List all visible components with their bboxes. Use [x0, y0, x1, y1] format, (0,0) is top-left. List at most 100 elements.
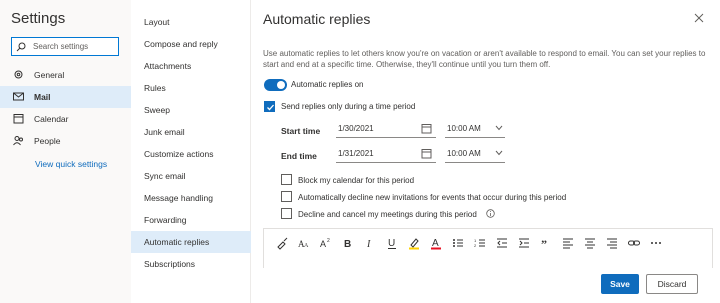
menu-item-label: Layout — [144, 17, 170, 27]
format-painter-button[interactable] — [275, 236, 289, 250]
search-icon — [16, 42, 26, 52]
font-color-button[interactable]: A — [429, 236, 443, 250]
italic-button[interactable]: I — [363, 236, 377, 250]
menu-item-label: Sync email — [144, 171, 186, 181]
link-icon — [628, 240, 640, 246]
time-period-label: Send replies only during a time period — [281, 102, 416, 111]
calendar-icon — [421, 124, 432, 134]
more-options-button[interactable] — [649, 236, 663, 250]
gear-icon — [14, 70, 23, 79]
quote-button[interactable]: ” — [539, 236, 553, 250]
search-input[interactable]: Search settings — [11, 37, 119, 56]
nav-item-label: Calendar — [34, 114, 69, 124]
svg-text:I: I — [366, 239, 371, 250]
start-date-value: 1/30/2021 — [338, 124, 374, 133]
decline-invitations-checkbox[interactable] — [281, 191, 292, 202]
align-right-button[interactable] — [605, 236, 619, 250]
block-calendar-label: Block my calendar for this period — [298, 176, 415, 185]
highlight-button[interactable] — [407, 236, 421, 250]
menu-item-label: Customize actions — [144, 149, 214, 159]
numbered-list-icon: 12 — [474, 238, 485, 248]
nav-item-calendar[interactable]: Calendar — [0, 108, 131, 130]
menu-item-label: Message handling — [144, 193, 213, 203]
bullets-button[interactable] — [451, 236, 465, 250]
decline-cancel-meetings-checkbox[interactable] — [281, 208, 292, 219]
align-left-icon — [563, 238, 573, 249]
menu-item-layout[interactable]: Layout — [131, 11, 251, 33]
menu-item-label: Sweep — [144, 105, 170, 115]
view-quick-settings-link[interactable]: View quick settings — [35, 159, 107, 169]
bold-button[interactable]: B — [341, 236, 355, 250]
menu-item-message-handling[interactable]: Message handling — [131, 187, 251, 209]
increase-indent-button[interactable] — [517, 236, 531, 250]
svg-text:B: B — [344, 239, 351, 250]
settings-title: Settings — [11, 10, 66, 27]
block-calendar-checkbox[interactable] — [281, 174, 292, 185]
menu-item-junk-email[interactable]: Junk email — [131, 121, 251, 143]
start-time-dropdown[interactable]: 10:00 AM — [445, 120, 505, 138]
nav-item-label: People — [34, 136, 61, 146]
menu-item-label: Attachments — [144, 61, 192, 71]
time-period-checkbox[interactable] — [264, 101, 275, 112]
end-date-picker[interactable]: 1/31/2021 — [336, 145, 436, 163]
toggle-label: Automatic replies on — [291, 80, 364, 89]
outdent-icon — [497, 238, 507, 248]
menu-item-customize-actions[interactable]: Customize actions — [131, 143, 251, 165]
menu-item-sweep[interactable]: Sweep — [131, 99, 251, 121]
underline-button[interactable]: U — [385, 236, 399, 250]
svg-text:2: 2 — [474, 243, 477, 248]
calendar-icon — [13, 114, 24, 124]
font-size-button[interactable]: A2 — [319, 236, 333, 250]
menu-item-compose-reply[interactable]: Compose and reply — [131, 33, 251, 55]
menu-item-forwarding[interactable]: Forwarding — [131, 209, 251, 231]
settings-sidebar: Settings Search settings General Mail Ca… — [0, 0, 131, 303]
insert-link-button[interactable] — [627, 236, 641, 250]
menu-item-label: Subscriptions — [144, 259, 196, 269]
svg-text:U: U — [388, 238, 395, 249]
people-icon — [13, 136, 23, 146]
menu-item-label: Junk email — [144, 127, 185, 137]
nav-item-general[interactable]: General — [0, 64, 131, 86]
start-time-value: 10:00 AM — [447, 124, 481, 133]
discard-button[interactable]: Discard — [646, 274, 698, 294]
bulleted-list-icon — [453, 239, 463, 247]
align-center-icon — [585, 238, 595, 249]
automatic-replies-toggle[interactable] — [264, 79, 287, 91]
chevron-down-icon — [495, 150, 503, 156]
align-left-button[interactable] — [561, 236, 575, 250]
menu-item-subscriptions[interactable]: Subscriptions — [131, 253, 251, 275]
svg-text:2: 2 — [327, 238, 330, 244]
paintbrush-icon — [277, 237, 288, 250]
menu-item-attachments[interactable]: Attachments — [131, 55, 251, 77]
nav-item-people[interactable]: People — [0, 130, 131, 152]
menu-item-sync-email[interactable]: Sync email — [131, 165, 251, 187]
nav-item-mail[interactable]: Mail — [0, 86, 131, 108]
indent-icon — [519, 238, 529, 248]
menu-item-label: Automatic replies — [144, 237, 210, 247]
start-date-picker[interactable]: 1/30/2021 — [336, 120, 436, 138]
panel-title: Automatic replies — [263, 11, 371, 27]
decrease-indent-button[interactable] — [495, 236, 509, 250]
menu-item-rules[interactable]: Rules — [131, 77, 251, 99]
automatic-replies-panel: Automatic replies Use automatic replies … — [251, 0, 720, 303]
menu-item-automatic-replies[interactable]: Automatic replies — [131, 231, 251, 253]
bold-icon: B — [344, 239, 351, 250]
close-icon[interactable] — [694, 13, 704, 23]
save-button[interactable]: Save — [601, 274, 639, 294]
search-placeholder: Search settings — [33, 42, 89, 51]
svg-text:A: A — [432, 238, 439, 249]
checkmark-icon — [267, 104, 274, 111]
end-time-dropdown[interactable]: 10:00 AM — [445, 145, 505, 163]
mail-icon — [13, 92, 24, 101]
end-time-value: 10:00 AM — [447, 149, 481, 158]
numbering-button[interactable]: 12 — [473, 236, 487, 250]
font-button[interactable]: AA — [297, 236, 311, 250]
font-color-icon: A — [431, 238, 441, 250]
svg-text:A: A — [304, 243, 309, 249]
menu-item-label: Rules — [144, 83, 166, 93]
decline-cancel-meetings-label: Decline and cancel my meetings during th… — [298, 210, 477, 219]
info-icon[interactable] — [486, 209, 495, 218]
nav-item-label: Mail — [34, 92, 51, 102]
align-center-button[interactable] — [583, 236, 597, 250]
nav-item-label: General — [34, 70, 65, 80]
